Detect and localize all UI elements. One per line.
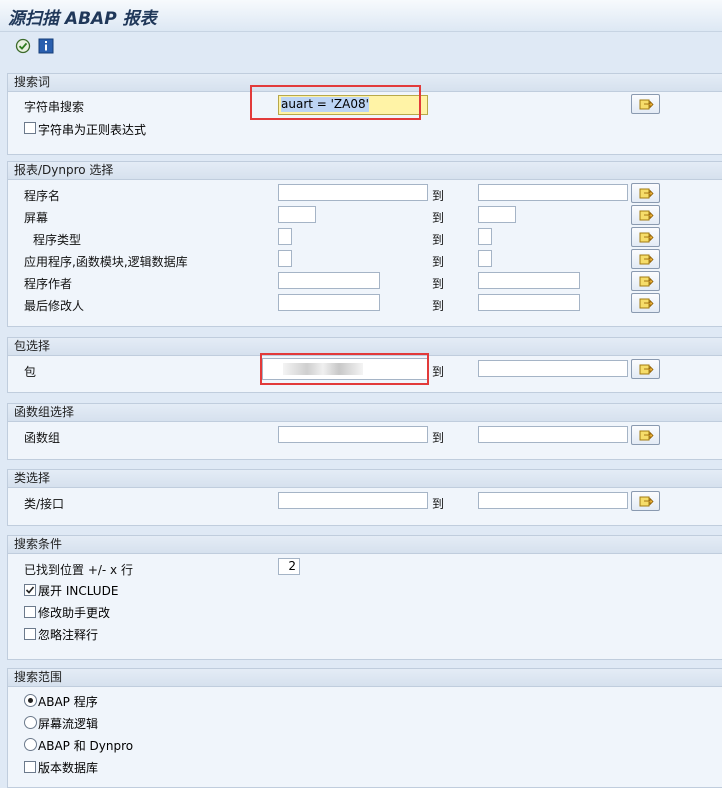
to-label: 到 bbox=[432, 211, 445, 225]
frame-header: 搜索条件 bbox=[8, 536, 722, 554]
to-label: 到 bbox=[432, 299, 445, 313]
multiple-selection-button[interactable] bbox=[631, 359, 660, 379]
multiple-selection-button[interactable] bbox=[631, 205, 660, 225]
highlight-box bbox=[250, 85, 421, 120]
modify-assist-checkbox[interactable] bbox=[24, 606, 36, 618]
to-label: 到 bbox=[432, 497, 445, 511]
ignore-comments-checkbox[interactable] bbox=[24, 628, 36, 640]
multiple-selection-button[interactable] bbox=[631, 183, 660, 203]
radio-screen-flow[interactable] bbox=[24, 716, 37, 729]
search-scope-frame: 搜索范围 bbox=[7, 668, 722, 788]
radio-both-label: ABAP 和 Dynpro bbox=[38, 739, 134, 753]
multiple-selection-button[interactable] bbox=[631, 425, 660, 445]
application-from-input[interactable] bbox=[278, 250, 292, 267]
program-author-from-input[interactable] bbox=[278, 272, 380, 289]
radio-abap-label: ABAP 程序 bbox=[38, 695, 98, 709]
class-from-input[interactable] bbox=[278, 492, 428, 509]
program-name-to-input[interactable] bbox=[478, 184, 628, 201]
to-label: 到 bbox=[432, 365, 445, 379]
ignore-comments-label: 忽略注释行 bbox=[38, 628, 99, 642]
application-label: 应用程序,函数模块,逻辑数据库 bbox=[24, 255, 188, 269]
title-bar: 源扫描 ABAP 报表 bbox=[0, 0, 722, 32]
multiple-selection-button[interactable] bbox=[631, 491, 660, 511]
program-author-label: 程序作者 bbox=[24, 277, 73, 291]
radio-abap-and-dynpro[interactable] bbox=[24, 738, 37, 751]
screen-label: 屏幕 bbox=[24, 211, 49, 225]
program-name-from-input[interactable] bbox=[278, 184, 428, 201]
function-group-from-input[interactable] bbox=[278, 426, 428, 443]
to-label: 到 bbox=[432, 189, 445, 203]
multiple-selection-button[interactable] bbox=[631, 227, 660, 247]
to-label: 到 bbox=[432, 233, 445, 247]
application-toolbar bbox=[0, 32, 722, 60]
modify-assist-label: 修改助手更改 bbox=[38, 606, 111, 620]
frame-header: 搜索范围 bbox=[8, 669, 722, 687]
radio-abap-program[interactable] bbox=[24, 694, 37, 707]
program-type-to-input[interactable] bbox=[478, 228, 492, 245]
function-group-to-input[interactable] bbox=[478, 426, 628, 443]
multiple-selection-button[interactable] bbox=[631, 293, 660, 313]
version-db-label: 版本数据库 bbox=[38, 761, 99, 775]
frame-header: 报表/Dynpro 选择 bbox=[8, 162, 722, 180]
expand-include-label: 展开 INCLUDE bbox=[38, 584, 119, 598]
frame-header: 类选择 bbox=[8, 470, 722, 488]
to-label: 到 bbox=[432, 255, 445, 269]
multiple-selection-button[interactable] bbox=[631, 271, 660, 291]
regex-label: 字符串为正则表达式 bbox=[38, 123, 147, 137]
class-to-input[interactable] bbox=[478, 492, 628, 509]
to-label: 到 bbox=[432, 431, 445, 445]
version-db-checkbox[interactable] bbox=[24, 761, 36, 773]
string-search-label: 字符串搜索 bbox=[24, 100, 85, 114]
multiple-selection-button[interactable] bbox=[631, 94, 660, 114]
function-group-label: 函数组 bbox=[24, 431, 61, 445]
regex-checkbox[interactable] bbox=[24, 122, 36, 134]
program-author-to-input[interactable] bbox=[478, 272, 580, 289]
radio-screen-label: 屏幕流逻辑 bbox=[38, 717, 99, 731]
highlight-box bbox=[260, 353, 429, 385]
package-label: 包 bbox=[24, 365, 37, 379]
class-interface-label: 类/接口 bbox=[24, 497, 65, 511]
multiple-selection-button[interactable] bbox=[631, 249, 660, 269]
page-title: 源扫描 ABAP 报表 bbox=[8, 9, 157, 29]
lines-around-input[interactable]: 2 bbox=[278, 558, 300, 575]
to-label: 到 bbox=[432, 277, 445, 291]
program-type-from-input[interactable] bbox=[278, 228, 292, 245]
package-to-input[interactable] bbox=[478, 360, 628, 377]
last-changed-by-label: 最后修改人 bbox=[24, 299, 85, 313]
application-to-input[interactable] bbox=[478, 250, 492, 267]
last-changed-by-from-input[interactable] bbox=[278, 294, 380, 311]
info-icon[interactable] bbox=[38, 38, 54, 54]
program-name-label: 程序名 bbox=[24, 189, 61, 203]
last-changed-by-to-input[interactable] bbox=[478, 294, 580, 311]
lines-around-label: 已找到位置 +/- x 行 bbox=[24, 563, 133, 577]
screen-from-input[interactable] bbox=[278, 206, 316, 223]
frame-header: 函数组选择 bbox=[8, 404, 722, 422]
expand-include-checkbox[interactable] bbox=[24, 584, 36, 596]
screen-to-input[interactable] bbox=[478, 206, 516, 223]
program-type-label: 程序类型 bbox=[33, 233, 82, 247]
execute-icon[interactable] bbox=[15, 38, 31, 54]
